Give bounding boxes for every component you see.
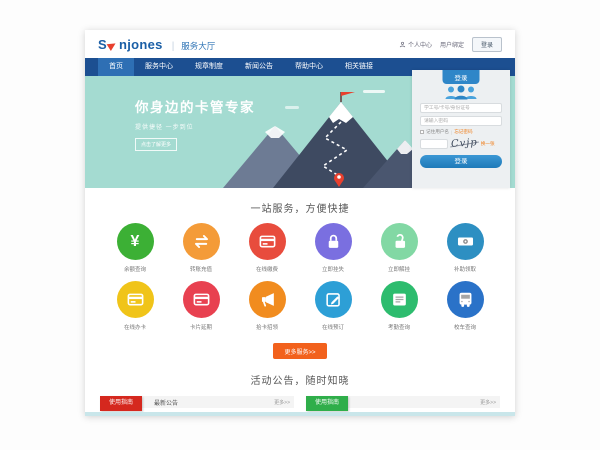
login-panel: 登录 记住用户名 | 忘记密码: [412, 70, 510, 188]
banknote-icon: [456, 232, 475, 251]
nav-item-home[interactable]: 首页: [98, 58, 134, 76]
footer-strip: [85, 412, 515, 416]
service-report-loss[interactable]: 立即挂失: [305, 223, 361, 273]
more-services-button[interactable]: 更多服务>>: [273, 343, 326, 359]
service-attendance[interactable]: 考勤查询: [371, 281, 427, 331]
remember-row: 记住用户名 | 忘记密码: [420, 129, 502, 135]
service-transfer[interactable]: 转账充值: [173, 223, 229, 273]
announcements-section: 活动公告，随时知晓 使用指南 最新公告 更多>> 使用指南 更多>>: [85, 372, 515, 408]
captcha-row: Cvjp 换一张: [420, 138, 502, 149]
card-icon: [192, 290, 211, 309]
site-name: 服务大厅: [181, 40, 215, 52]
megaphone-icon: [258, 290, 277, 309]
service-unlock[interactable]: 立即解挂: [371, 223, 427, 273]
hero-headline: 你身边的卡管专家: [135, 96, 255, 116]
nav-item-links[interactable]: 相关链接: [334, 58, 384, 76]
user-icon: [399, 41, 406, 48]
site-header: Snjones | 服务大厅 个人中心 用户绑定 登录: [85, 30, 515, 58]
card-icon: [126, 290, 145, 309]
more-link-left[interactable]: 更多>>: [274, 399, 290, 406]
attendance-list-icon: [390, 290, 409, 309]
login-submit-button[interactable]: 登录: [420, 155, 502, 168]
logo-mark-icon: [107, 40, 118, 51]
password-input[interactable]: [420, 116, 502, 126]
transfer-arrows-icon: [192, 232, 211, 251]
ribbon-tab-guide-green[interactable]: 使用指南: [306, 396, 348, 411]
nav-item-news[interactable]: 新闻公告: [234, 58, 284, 76]
announcement-panel-left: 使用指南 最新公告 更多>>: [100, 396, 294, 408]
users-group-icon: [412, 85, 510, 100]
services-section: 一站服务，方便快捷 ¥ 余额查询 转账充值 在线缴费: [85, 188, 515, 359]
hero-cta-button[interactable]: 点击了解更多: [135, 138, 177, 151]
nav-item-rules[interactable]: 规章制度: [184, 58, 234, 76]
edit-icon: [324, 290, 343, 309]
screenshot-canvas: Snjones | 服务大厅 个人中心 用户绑定 登录 首页 服务中心 规章制度…: [0, 0, 600, 450]
logo-divider: |: [172, 41, 175, 52]
service-online-payment[interactable]: 在线缴费: [239, 223, 295, 273]
panel-left-bar: 使用指南 最新公告 更多>>: [100, 396, 294, 408]
service-balance[interactable]: ¥ 余额查询: [107, 223, 163, 273]
logo[interactable]: Snjones | 服务大厅: [98, 37, 215, 52]
login-tab[interactable]: 登录: [443, 70, 480, 84]
tab-latest-news[interactable]: 最新公告: [154, 398, 178, 407]
remember-checkbox[interactable]: [420, 130, 424, 134]
username-input[interactable]: [420, 103, 502, 113]
forgot-password-link[interactable]: 忘记密码: [454, 129, 472, 135]
unlock-icon: [390, 232, 409, 251]
service-online-booking[interactable]: 在线预订: [305, 281, 361, 331]
service-subsidy[interactable]: 补助领取: [437, 223, 493, 273]
header-login-button[interactable]: 登录: [472, 37, 502, 52]
website-window: Snjones | 服务大厅 个人中心 用户绑定 登录 首页 服务中心 规章制度…: [85, 30, 515, 416]
user-binding-link[interactable]: 用户绑定: [440, 40, 464, 49]
announcement-panels: 使用指南 最新公告 更多>> 使用指南 更多>>: [85, 396, 515, 408]
nav-item-help[interactable]: 帮助中心: [284, 58, 334, 76]
captcha-refresh-link[interactable]: 换一张: [481, 141, 495, 147]
header-links: 个人中心 用户绑定 登录: [399, 37, 502, 52]
panel-right-bar: 使用指南 更多>>: [306, 396, 500, 408]
service-school-bus[interactable]: 校车查询: [437, 281, 493, 331]
service-card-extension[interactable]: 卡片延期: [173, 281, 229, 331]
captcha-image: Cvjp: [451, 137, 479, 150]
bus-icon: [456, 290, 475, 309]
ribbon-tab-guide[interactable]: 使用指南: [100, 396, 142, 411]
more-link-right[interactable]: 更多>>: [480, 399, 496, 406]
service-found-card[interactable]: 拾卡招领: [239, 281, 295, 331]
card-icon: [258, 232, 277, 251]
hero-copy: 你身边的卡管专家 提供捷径 一步到位 点击了解更多: [135, 96, 255, 151]
yuan-icon: ¥: [131, 234, 140, 250]
announcement-panel-right: 使用指南 更多>>: [306, 396, 500, 408]
announcements-title: 活动公告，随时知晓: [85, 372, 515, 387]
hero-banner: 你身边的卡管专家 提供捷径 一步到位 点击了解更多 登录: [85, 76, 515, 188]
captcha-input[interactable]: [420, 139, 448, 149]
services-title: 一站服务，方便快捷: [85, 200, 515, 215]
hero-subline: 提供捷径 一步到位: [135, 122, 255, 131]
nav-item-service-center[interactable]: 服务中心: [134, 58, 184, 76]
lock-icon: [324, 232, 343, 251]
services-grid: ¥ 余额查询 转账充值 在线缴费: [85, 223, 515, 339]
remember-label: 记住用户名: [426, 129, 449, 135]
service-apply-card[interactable]: 在线办卡: [107, 281, 163, 331]
personal-center-link[interactable]: 个人中心: [399, 40, 432, 49]
